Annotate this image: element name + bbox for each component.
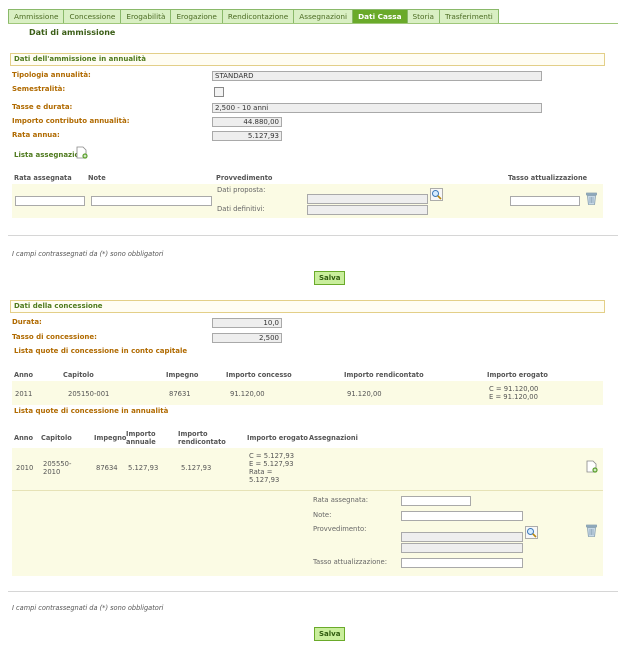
ann-col-assegnazioni: Assegnazioni bbox=[309, 434, 358, 442]
ann-annuale: 5.127,93 bbox=[128, 464, 159, 472]
ann-anno: 2010 bbox=[16, 464, 34, 472]
ann-col-capitolo: Capitolo bbox=[41, 434, 72, 442]
cap-erogato-e: E = 91.120,00 bbox=[489, 393, 538, 401]
ann-capitolo-1: 205550- bbox=[43, 460, 72, 468]
durata-field: 10,0 bbox=[212, 318, 282, 328]
ann-col-importo-rend-1: Importo bbox=[178, 430, 208, 438]
durata-label: Durata: bbox=[12, 318, 42, 326]
cap-col-importo-erogato: Importo erogato bbox=[487, 371, 548, 379]
tasso-concessione-field: 2,500 bbox=[212, 333, 282, 343]
importo-annualita-label: Importo contributo annualità: bbox=[12, 117, 130, 125]
ann-col-importo-rend-2: rendicontato bbox=[178, 438, 226, 446]
search-provvedimento-icon[interactable] bbox=[430, 188, 443, 201]
form-tasso-label: Tasso attualizzazione: bbox=[313, 558, 388, 566]
form-note-input[interactable] bbox=[401, 511, 523, 521]
save-button[interactable]: Salva bbox=[314, 271, 346, 285]
tasso-attualizzazione-input[interactable] bbox=[510, 196, 580, 206]
col-provvedimento: Provvedimento bbox=[216, 174, 273, 182]
tasso-durata-field: 2,500 - 10 anni bbox=[212, 103, 542, 113]
cap-impegno: 87631 bbox=[169, 390, 191, 398]
tab-underline bbox=[8, 23, 618, 24]
tab-dati-cassa[interactable]: Dati Cassa bbox=[352, 9, 407, 24]
ann-col-anno: Anno bbox=[14, 434, 34, 442]
ann-rendicontato: 5.127,93 bbox=[181, 464, 212, 472]
tipologia-label: Tipologia annualità: bbox=[12, 71, 91, 79]
cap-erogato-c: C = 91.120,00 bbox=[489, 385, 539, 393]
ann-col-importo-annuale-2: annuale bbox=[126, 438, 156, 446]
annualita-title: Lista quote di concessione in annualità bbox=[14, 407, 169, 415]
tab-storia[interactable]: Storia bbox=[406, 9, 439, 24]
tab-assegnazioni[interactable]: Assegnazioni bbox=[293, 9, 353, 24]
ann-erogato-r2: 5.127,93 bbox=[249, 476, 280, 484]
form-note-label: Note: bbox=[313, 511, 332, 519]
concession-section-header: Dati della concessione bbox=[10, 300, 605, 313]
divider bbox=[8, 235, 618, 236]
note-input[interactable] bbox=[91, 196, 212, 206]
ann-col-importo-erogato: Importo erogato bbox=[247, 434, 308, 442]
col-tasso-attualizzazione: Tasso attualizzazione bbox=[508, 174, 588, 182]
semestralita-label: Semestralità: bbox=[12, 85, 66, 93]
add-document-icon[interactable] bbox=[76, 146, 88, 159]
admission-section-header: Dati dell'ammissione in annualità bbox=[10, 53, 605, 66]
trash-icon[interactable] bbox=[586, 192, 597, 205]
concession-section-title: Dati della concessione bbox=[14, 302, 103, 310]
dati-proposta-field bbox=[307, 194, 428, 204]
dati-definitivi-field bbox=[307, 205, 428, 215]
form-provvedimento-field-1 bbox=[401, 532, 523, 542]
tab-erogazione[interactable]: Erogazione bbox=[170, 9, 222, 24]
rata-annua-field: 5.127,93 bbox=[212, 131, 282, 141]
cap-col-importo-rendicontato: Importo rendicontato bbox=[344, 371, 424, 379]
tipologia-field: STANDARD bbox=[212, 71, 542, 81]
cap-col-importo-concesso: Importo concesso bbox=[226, 371, 292, 379]
conto-capitale-title: Lista quote di concessione in conto capi… bbox=[14, 347, 188, 355]
required-note: I campi contrassegnati da (*) sono obbli… bbox=[12, 250, 164, 258]
col-note: Note bbox=[88, 174, 106, 182]
trash-icon[interactable] bbox=[586, 524, 597, 537]
dati-proposta-label: Dati proposta: bbox=[217, 186, 266, 194]
ann-col-importo-annuale-1: Importo bbox=[126, 430, 156, 438]
save-button-2[interactable]: Salva bbox=[314, 627, 346, 641]
rata-annua-label: Rata annua: bbox=[12, 131, 60, 139]
add-assegnazione-icon[interactable] bbox=[586, 460, 598, 473]
dati-definitivi-label: Dati definitivi: bbox=[217, 205, 265, 213]
required-note-2: I campi contrassegnati da (*) sono obbli… bbox=[12, 604, 164, 612]
tasso-durata-label: Tasse e durata: bbox=[12, 103, 73, 111]
semestralita-checkbox[interactable] bbox=[214, 87, 224, 97]
cap-concesso: 91.120,00 bbox=[230, 390, 265, 398]
ann-erogato-c: C = 5.127,93 bbox=[249, 452, 295, 460]
tasso-concessione-label: Tasso di concessione: bbox=[12, 333, 97, 341]
form-rata-label: Rata assegnata: bbox=[313, 496, 369, 504]
cap-capitolo: 205150-001 bbox=[68, 390, 110, 398]
page-title: Dati di ammissione bbox=[29, 28, 116, 37]
tab-trasferimenti[interactable]: Trasferimenti bbox=[438, 9, 499, 24]
cap-col-impegno: Impegno bbox=[166, 371, 199, 379]
col-rata-assegnata: Rata assegnata bbox=[14, 174, 72, 182]
tab-erogabilita[interactable]: Erogabilità bbox=[120, 9, 171, 24]
ann-erogato-e: E = 5.127,93 bbox=[249, 460, 294, 468]
cap-col-capitolo: Capitolo bbox=[63, 371, 94, 379]
cap-rendicontato: 91.120,00 bbox=[347, 390, 382, 398]
cap-anno: 2011 bbox=[15, 390, 33, 398]
rata-assegnata-input[interactable] bbox=[15, 196, 85, 206]
cap-col-anno: Anno bbox=[14, 371, 34, 379]
tab-rendicontazione[interactable]: Rendicontazione bbox=[221, 9, 294, 24]
form-tasso-input[interactable] bbox=[401, 558, 523, 568]
tab-bar: Ammissione Concessione Erogabilità Eroga… bbox=[8, 9, 499, 24]
divider bbox=[8, 591, 618, 592]
tab-ammissione[interactable]: Ammissione bbox=[8, 9, 64, 24]
ann-col-impegno: Impegno bbox=[94, 434, 127, 442]
form-provvedimento-label: Provvedimento: bbox=[313, 525, 367, 533]
admission-section-title: Dati dell'ammissione in annualità bbox=[14, 55, 146, 63]
tab-concessione[interactable]: Concessione bbox=[63, 9, 121, 24]
ann-erogato-r1: Rata = bbox=[249, 468, 273, 476]
form-rata-input[interactable] bbox=[401, 496, 471, 506]
form-provvedimento-field-2 bbox=[401, 543, 523, 553]
importo-annualita-field: 44.880,00 bbox=[212, 117, 282, 127]
ann-capitolo-2: 2010 bbox=[43, 468, 61, 476]
row-divider bbox=[12, 490, 603, 491]
ann-impegno: 87634 bbox=[96, 464, 118, 472]
search-provvedimento-icon[interactable] bbox=[525, 526, 538, 539]
